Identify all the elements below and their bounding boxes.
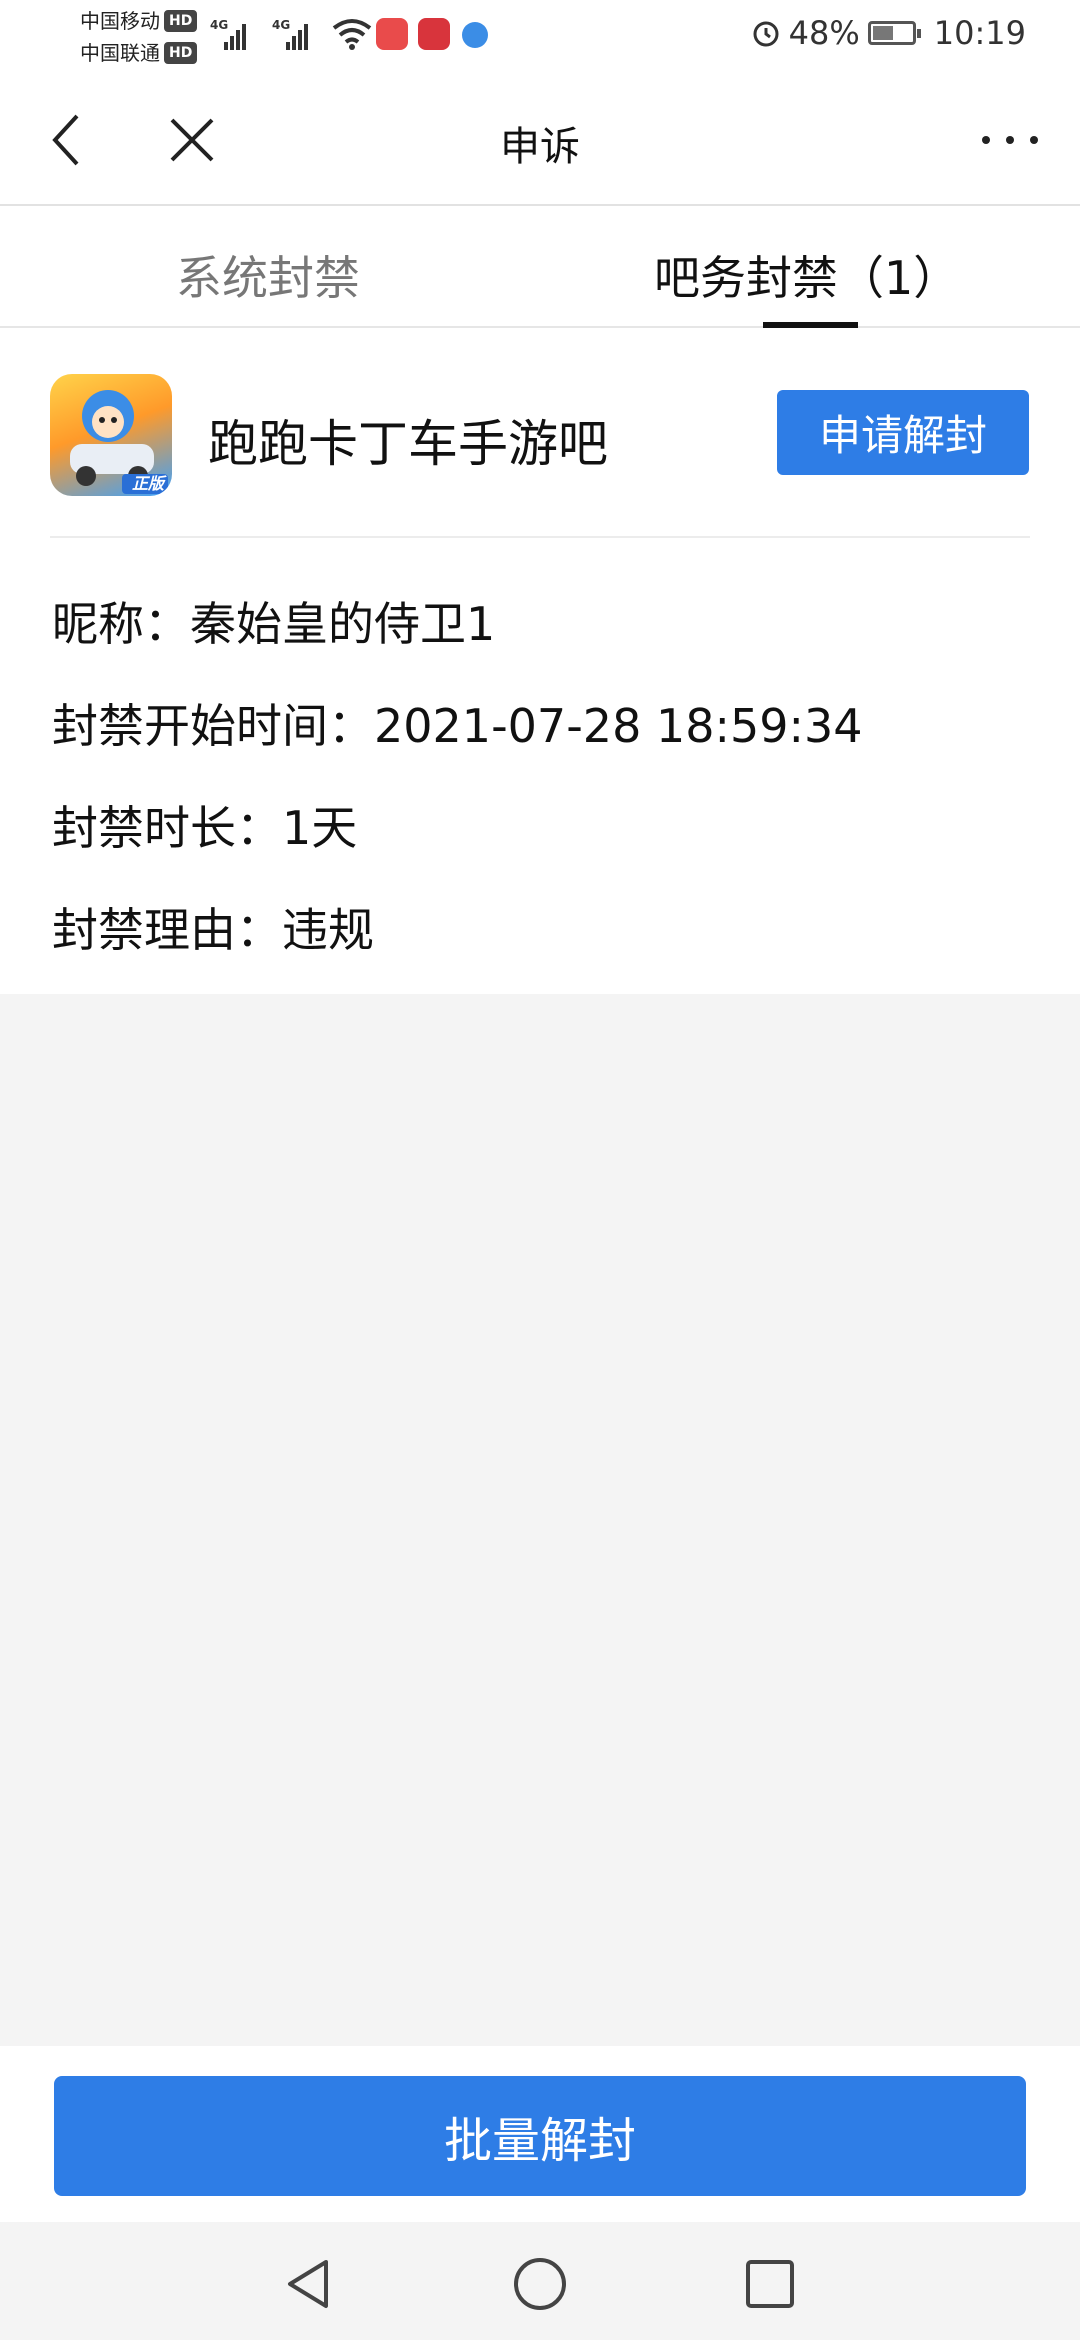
nav-back-button[interactable] [280, 2254, 340, 2314]
more-icon [982, 136, 1038, 144]
more-button[interactable] [970, 110, 1050, 170]
bar-logo[interactable]: 正版 [50, 374, 172, 496]
batch-unban-button[interactable]: 批量解封 [54, 2076, 1026, 2196]
hd-badge: HD [164, 10, 198, 32]
ban-tabs: 系统封禁 吧务封禁（1） [0, 206, 1080, 328]
status-bar: 中国移动 HD 中国联通 HD 4G 4G 48% 10:19 [0, 0, 1080, 70]
nav-home-icon [514, 2258, 566, 2310]
app-header: 申诉 [0, 70, 1080, 206]
battery-icon [867, 21, 921, 45]
huawei-app-icon [376, 18, 408, 50]
carrier-2-name: 中国联通 [80, 41, 160, 65]
carrier-1-name: 中国移动 [80, 9, 160, 33]
wifi-icon [332, 18, 372, 54]
status-right: 48% 10:19 [751, 14, 1026, 52]
carrier-2: 中国联通 HD [80, 41, 198, 65]
tab-bar-ban[interactable]: 吧务封禁（1） [654, 242, 959, 308]
bottom-action-area: 批量解封 [0, 2046, 1080, 2222]
hd-badge: HD [164, 42, 198, 64]
alarm-icon [753, 21, 779, 47]
battery-percent: 48% [788, 14, 860, 52]
nav-recent-icon [746, 2260, 794, 2308]
page-title: 申诉 [500, 124, 580, 170]
tab-system-ban[interactable]: 系统封禁 [176, 242, 360, 308]
nickname-line: 昵称：秦始皇的侍卫1 [52, 597, 496, 651]
book-app-icon [418, 18, 450, 50]
logo-badge: 正版 [131, 474, 164, 493]
nav-back-icon [288, 2260, 328, 2308]
ban-duration-line: 封禁时长：1天 [52, 801, 358, 855]
bar-name[interactable]: 跑跑卡丁车手游吧 [208, 404, 608, 476]
carrier-1: 中国移动 HD [80, 9, 198, 33]
divider [50, 536, 1030, 538]
clock: 10:19 [933, 14, 1026, 52]
system-nav-bar [0, 2222, 1080, 2340]
ban-reason-line: 封禁理由：违规 [52, 903, 374, 957]
request-unban-button[interactable]: 申请解封 [777, 390, 1029, 475]
nav-home-button[interactable] [510, 2254, 570, 2314]
browser-app-icon [462, 22, 488, 48]
ban-start-time-line: 封禁开始时间：2021-07-28 18:59:34 [52, 699, 863, 753]
ban-card: 正版 跑跑卡丁车手游吧 申请解封 昵称：秦始皇的侍卫1 封禁开始时间：2021-… [0, 328, 1080, 994]
nav-recent-button[interactable] [740, 2254, 800, 2314]
